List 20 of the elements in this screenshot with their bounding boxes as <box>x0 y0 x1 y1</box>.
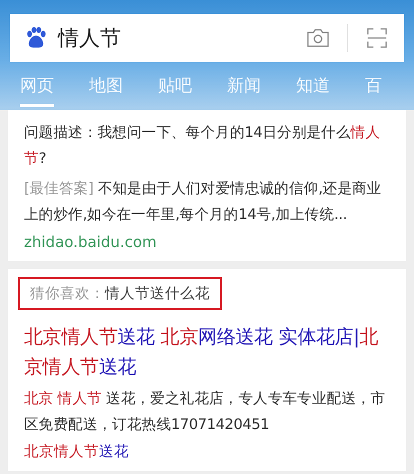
result-description: 北京 情人节 送花，爱之礼花店，专人专车专业配送，市区免费配送，订花热线17071420451 <box>24 390 386 435</box>
tab[interactable]: 地图 <box>89 74 123 107</box>
tab[interactable]: 贴吧 <box>158 74 192 107</box>
result-link[interactable]: 北京情人节送花 <box>24 442 394 461</box>
search-field[interactable]: 情人节 <box>10 14 404 62</box>
question-text: 问题描述：我想问一下、每个月的14日分别是什么情人节? <box>24 124 381 169</box>
result-title-link[interactable]: 北京情人节送花 北京网络送花 实体花店|北京情人节送花 <box>24 322 394 382</box>
paw-logo-icon <box>24 26 48 50</box>
best-answer-text: [最佳答案] 不知是由于人们对爱情忠诚的信仰,还是商业上的炒作,如今在一年里,每个月的14号,加上传统... <box>24 180 382 225</box>
tab[interactable]: 网页 <box>20 74 54 107</box>
guess-box[interactable]: 猜你喜欢：情人节送什么花 <box>18 277 222 310</box>
tab[interactable]: 知道 <box>296 74 330 107</box>
tab[interactable]: 新闻 <box>227 74 261 107</box>
source-url: zhidao.baidu.com <box>24 233 157 251</box>
guess-label: 猜你喜欢： <box>30 285 105 303</box>
guess-query: 情人节送什么花 <box>105 285 210 303</box>
scan-icon[interactable] <box>364 27 390 49</box>
camera-icon[interactable] <box>305 27 331 49</box>
search-query: 情人节 <box>58 25 122 52</box>
tab[interactable]: 百 <box>365 74 382 107</box>
